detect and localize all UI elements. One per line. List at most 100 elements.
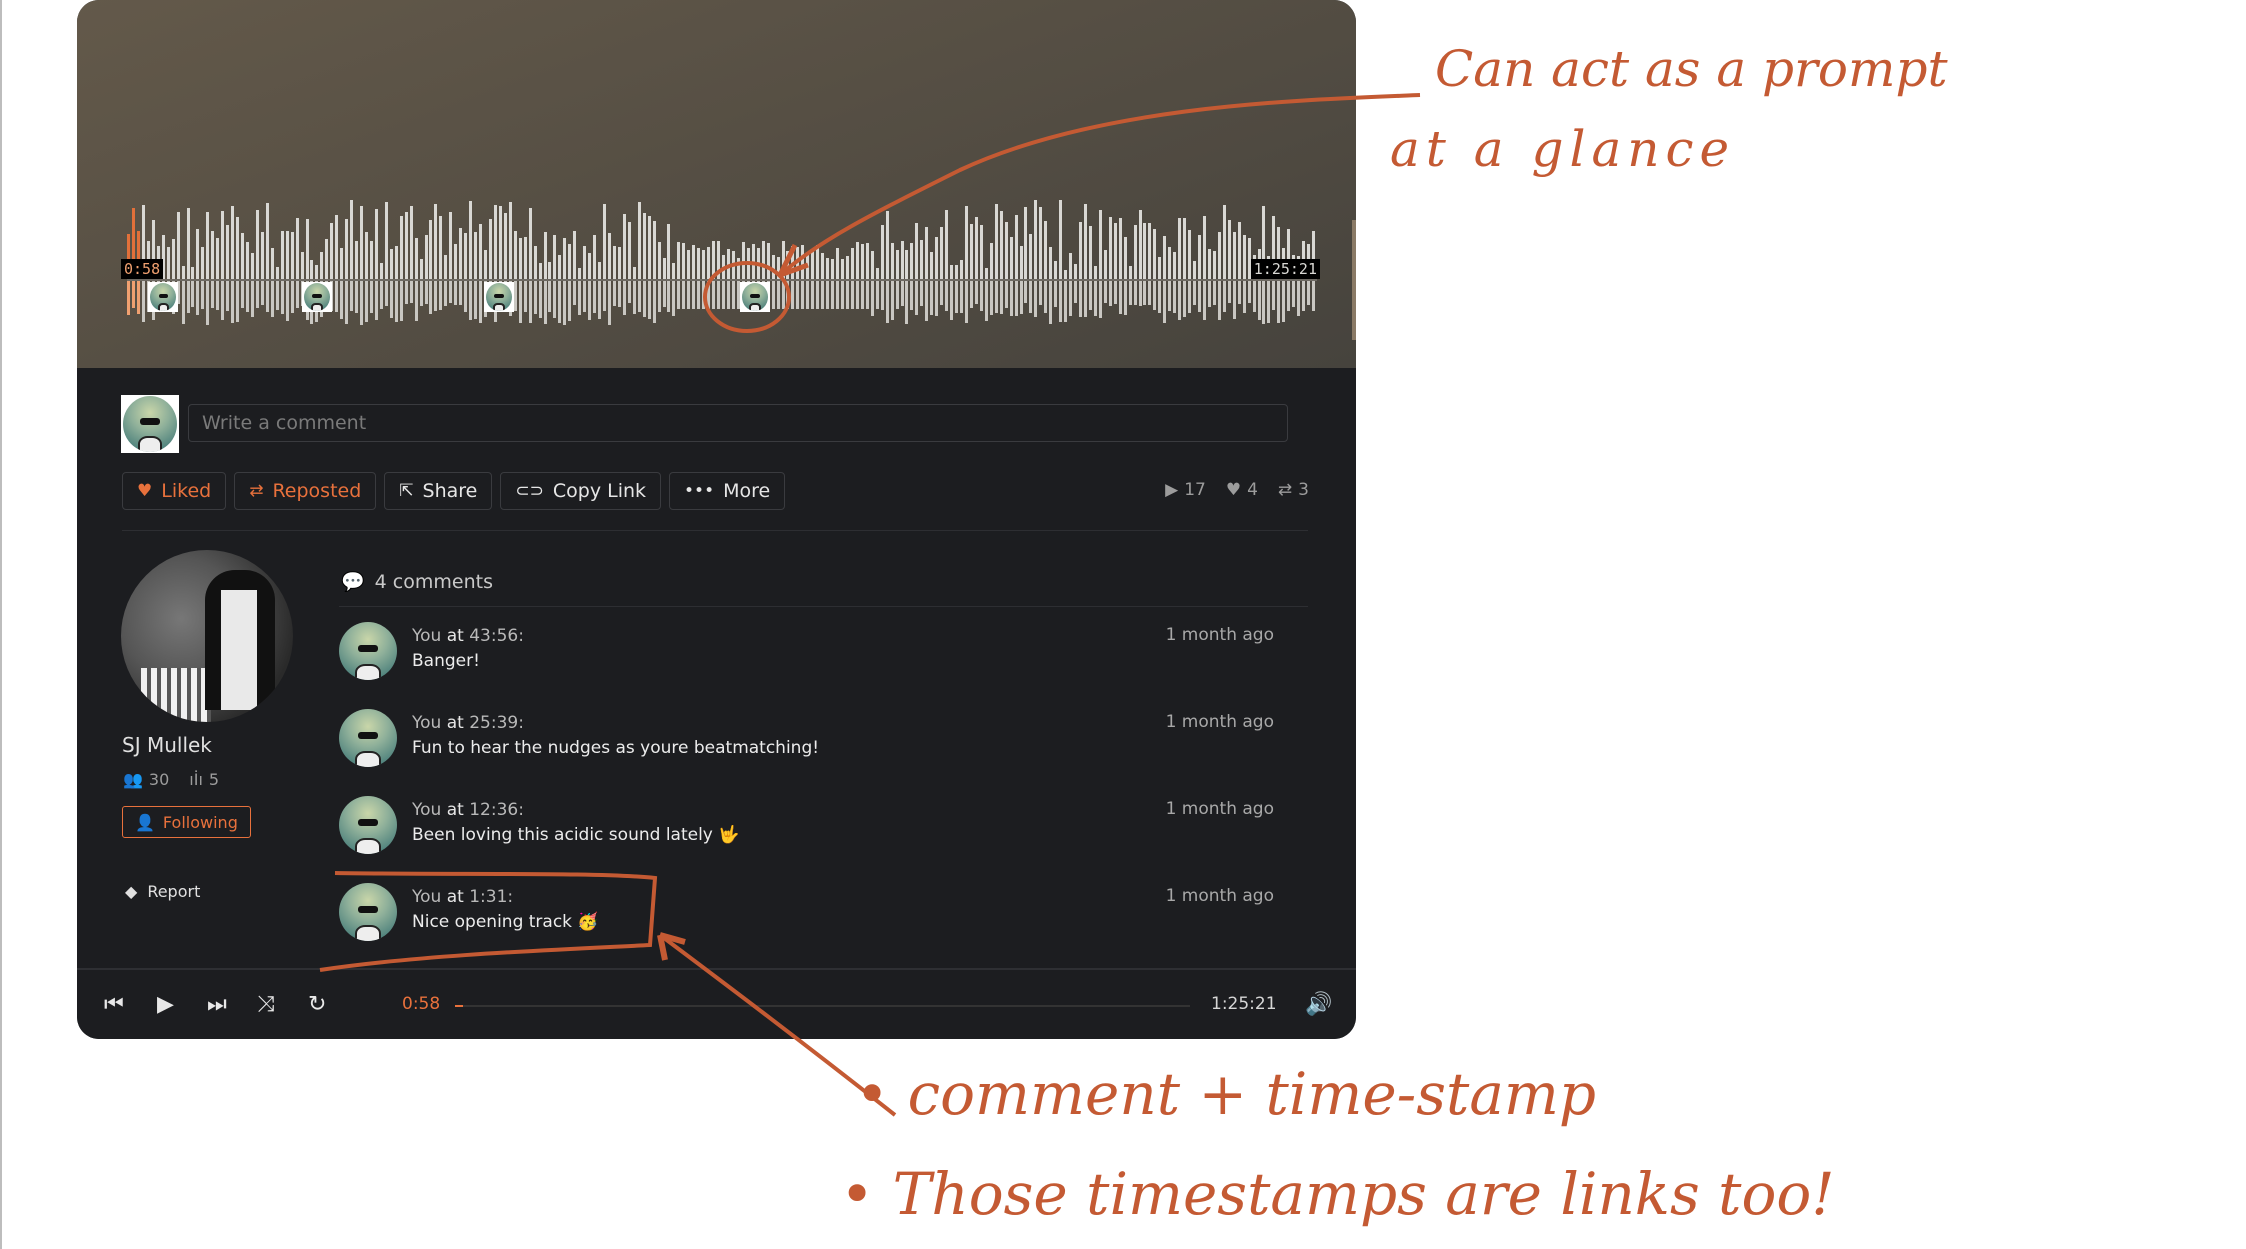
waveform-bar [583, 245, 587, 279]
copy-link-button[interactable]: ⊂⊃ Copy Link [500, 472, 662, 510]
waveform-bar-reflection [1168, 281, 1172, 311]
like-button[interactable]: ♥ Liked [122, 472, 227, 510]
waveform-bar-reflection [1024, 281, 1028, 303]
waveform-bar-reflection [885, 281, 889, 324]
waveform-bar-reflection [1173, 281, 1177, 314]
likes-stat[interactable]: ♥ 4 [1226, 480, 1258, 500]
waveform-bar [791, 245, 795, 279]
comment-avatar[interactable] [339, 796, 397, 854]
shuffle-icon[interactable]: ⤨ [257, 992, 275, 1017]
waveform-bar-reflection [1232, 281, 1236, 319]
report-link[interactable]: ◆ Report [125, 882, 200, 901]
waveform-bar [672, 262, 676, 279]
comment-item: You at 1:31: Nice opening track 🥳 1 month … [339, 883, 1289, 947]
commenter-avatar [486, 283, 512, 311]
waveform-bar-reflection [677, 281, 681, 309]
repost-button[interactable]: ⇄ Reposted [234, 472, 377, 510]
reposts-stat[interactable]: ⇄ 3 [1278, 480, 1309, 500]
more-button[interactable]: ••• More [669, 472, 786, 510]
comment-user[interactable]: You [412, 713, 441, 733]
waveform-bar [186, 208, 190, 279]
comment-input[interactable] [188, 404, 1288, 442]
repeat-icon[interactable]: ↻ [308, 992, 326, 1017]
waveform-bar [270, 247, 274, 279]
comment-avatar[interactable] [339, 883, 397, 941]
waveform-bar-reflection [583, 281, 587, 312]
waveform-bar [459, 228, 463, 279]
followers-stat[interactable]: 👥 30 [123, 770, 169, 789]
waveform-bar [771, 254, 775, 279]
heart-icon: ♥ [137, 481, 153, 501]
player-progress-bar[interactable] [455, 1005, 1190, 1007]
waveform-bar-reflection [989, 281, 993, 315]
waveform-bar-reflection [865, 281, 869, 309]
volume-icon[interactable]: 🔊 [1305, 992, 1332, 1017]
comment-timestamp-link[interactable]: 12:36: [469, 800, 524, 820]
share-button[interactable]: ⇱ Share [384, 472, 493, 510]
next-icon[interactable]: ⏭ [207, 992, 227, 1017]
waveform-bar-reflection [637, 281, 641, 312]
waveform-bar-reflection [1069, 281, 1073, 316]
artist-name[interactable]: SJ Mullek [122, 733, 212, 757]
waveform-bar [900, 240, 904, 279]
waveform-bar-reflection [345, 281, 349, 325]
waveform-bar-reflection [384, 281, 388, 307]
waveform-bar [1198, 234, 1201, 279]
waveform-bar [796, 246, 800, 279]
waveform-bar [1079, 221, 1082, 279]
waveform-bar [875, 267, 879, 279]
waveform-bar [1183, 217, 1187, 279]
waveform-bar [523, 236, 527, 279]
comment-avatar[interactable] [339, 622, 397, 680]
comment-text: Nice opening track 🥳 [412, 912, 599, 932]
waveform-bar-reflection [360, 281, 364, 325]
waveform-bar-reflection [350, 281, 354, 311]
waveform-bar [201, 247, 205, 279]
waveform-bar [389, 249, 393, 279]
waveform-bar [712, 240, 716, 279]
previous-icon[interactable]: ⏮ [104, 992, 124, 1017]
waveform-bar [439, 216, 443, 279]
waveform-comment-marker[interactable] [739, 282, 770, 312]
waveform-bar-reflection [791, 281, 795, 309]
waveform-bar [841, 258, 844, 279]
waveform-bar [662, 258, 666, 279]
waveform-bar [1098, 210, 1102, 279]
comment-user[interactable]: You [412, 626, 441, 646]
waveform-bar [563, 238, 567, 279]
waveform-bar-reflection [419, 281, 423, 307]
artist-avatar[interactable] [121, 550, 293, 722]
waveform-comment-marker[interactable] [301, 282, 332, 312]
comment-timestamp-link[interactable]: 43:56: [469, 626, 524, 646]
waveform-comment-marker[interactable] [148, 282, 179, 312]
waveform-bar [345, 218, 349, 279]
comment-bubble-icon: 💬 [341, 571, 365, 593]
waveform-bar [746, 248, 750, 279]
waveform-bar [241, 232, 245, 279]
waveform-bar [206, 211, 210, 279]
waveform-bar-reflection [469, 281, 473, 320]
comment-user[interactable]: You [412, 800, 441, 820]
waveform-bar-reflection [340, 281, 344, 320]
waveform-comment-marker[interactable] [484, 282, 514, 312]
play-icon[interactable]: ▶ [157, 992, 174, 1017]
comment-user[interactable]: You [412, 887, 441, 907]
waveform-bar-reflection [1292, 281, 1296, 307]
waveform-bar-reflection [1133, 281, 1137, 305]
waveform-bar [231, 205, 235, 279]
waveform-bar-reflection [1272, 281, 1276, 310]
waveform-bar [325, 238, 329, 279]
comment-timestamp-link[interactable]: 1:31: [469, 887, 513, 907]
waveform-bar-reflection [1282, 281, 1286, 323]
waveform-bar [831, 258, 835, 279]
comment-avatar[interactable] [339, 709, 397, 767]
waveform-bar [726, 249, 730, 279]
following-button[interactable]: 👤 Following [122, 806, 251, 838]
player-total-time: 1:25:21 [1211, 994, 1277, 1014]
comment-timestamp-link[interactable]: 25:39: [469, 713, 524, 733]
waveform-bar [870, 250, 874, 279]
tracks-stat[interactable]: ıİı 5 [189, 770, 219, 789]
waveform-bar [915, 223, 919, 279]
waveform-bar-reflection [1212, 281, 1216, 306]
waveform-bar [1207, 248, 1211, 279]
